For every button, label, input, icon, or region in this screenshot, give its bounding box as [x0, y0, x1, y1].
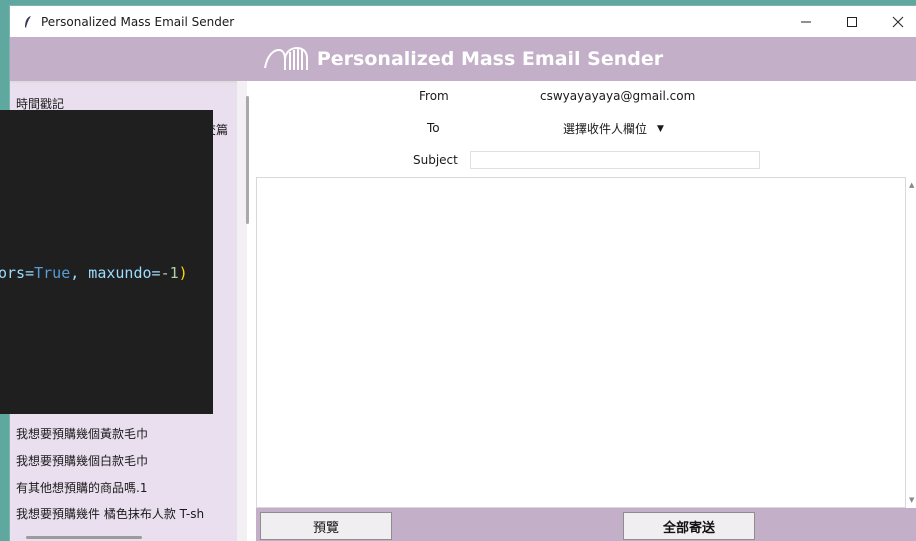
feather-icon: [19, 13, 37, 31]
list-item[interactable]: 我想要預購幾件 橘色抹布人款 T-sh: [16, 505, 204, 522]
code-line: ors=True, maxundo=-1): [0, 264, 188, 282]
recipient-column-select[interactable]: 選擇收件人欄位 ▼: [563, 120, 664, 137]
subject-label: Subject: [413, 153, 458, 167]
title-bar[interactable]: Personalized Mass Email Sender: [10, 6, 916, 37]
scroll-up-arrow-icon[interactable]: ▲: [909, 181, 914, 189]
to-label: To: [427, 121, 440, 135]
list-item[interactable]: 我想要預購幾個黃款毛巾: [16, 425, 148, 442]
code-editor-overlay: ors=True, maxundo=-1): [0, 110, 213, 414]
minimize-button[interactable]: [783, 6, 829, 37]
left-scrollbar[interactable]: [246, 96, 249, 224]
minimize-icon: [801, 21, 811, 22]
from-label: From: [419, 89, 449, 103]
close-icon: [892, 16, 904, 27]
to-select-value: 選擇收件人欄位: [563, 122, 648, 136]
email-body-textarea[interactable]: [256, 177, 906, 508]
subject-input[interactable]: [470, 151, 760, 169]
panel-border: [10, 81, 237, 83]
code-paren: ): [178, 264, 188, 282]
action-bar: 預覽 全部寄送: [256, 508, 916, 541]
maximize-icon: [847, 16, 857, 27]
code-text: ors=: [0, 264, 35, 282]
code-keyword: True: [34, 264, 71, 282]
list-item[interactable]: 有其他想預購的商品嗎.1: [16, 479, 147, 496]
send-all-button[interactable]: 全部寄送: [623, 512, 755, 540]
banner-title: Personalized Mass Email Sender: [316, 48, 664, 70]
code-text: , maxundo=: [70, 264, 161, 282]
dropdown-arrow-icon: ▼: [657, 123, 664, 134]
from-value: cswyayayaya@gmail.com: [540, 89, 696, 103]
wave-logo-icon: [263, 46, 308, 70]
scroll-down-arrow-icon[interactable]: ▼: [909, 496, 914, 504]
maximize-button[interactable]: [829, 6, 875, 37]
horizontal-scrollbar[interactable]: [26, 536, 142, 539]
close-button[interactable]: [875, 6, 916, 37]
preview-button[interactable]: 預覽: [260, 512, 392, 540]
window-title: Personalized Mass Email Sender: [41, 14, 235, 29]
code-number: -1: [160, 264, 179, 282]
list-item[interactable]: 我想要預購幾個白款毛巾: [16, 452, 148, 469]
app-banner: Personalized Mass Email Sender: [10, 37, 916, 81]
